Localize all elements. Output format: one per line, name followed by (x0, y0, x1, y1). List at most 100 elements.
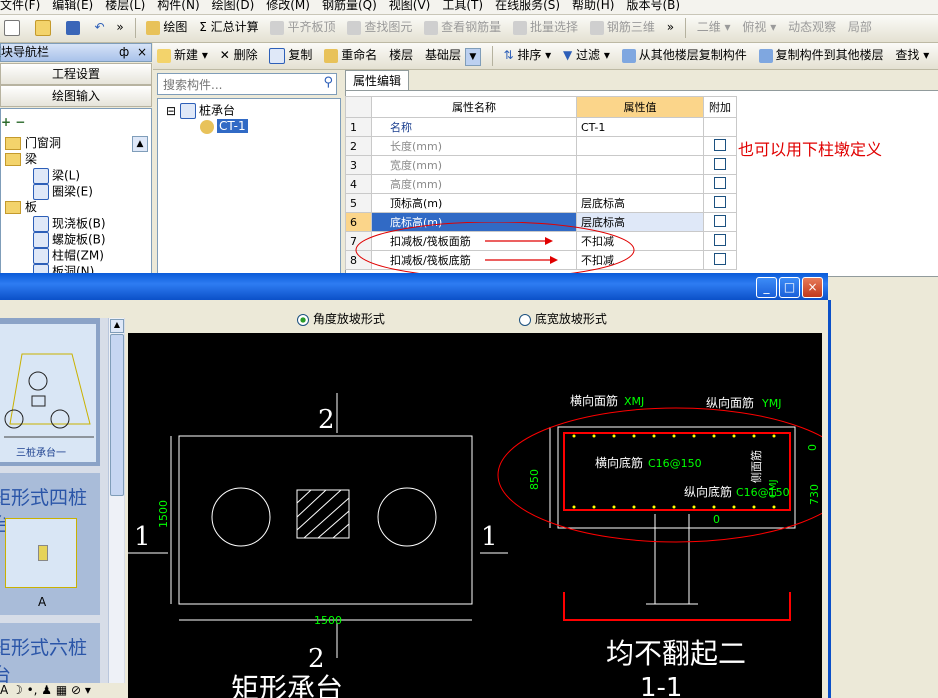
draw-input-button[interactable]: 绘图输入 (0, 85, 152, 107)
toolbar-separator (491, 46, 493, 66)
open-file-icon[interactable] (31, 15, 58, 39)
dynamic-view-button[interactable]: 动态观察 (784, 15, 840, 39)
property-value[interactable]: CT-1 (576, 117, 704, 137)
property-value[interactable] (576, 155, 704, 175)
save-icon[interactable] (62, 15, 87, 39)
menu-online[interactable]: 在线服务(S) (495, 0, 560, 11)
copy-to-floor-button[interactable]: 复制构件到其他楼层 (755, 43, 888, 67)
search-input[interactable] (161, 75, 315, 95)
draw-button[interactable]: 绘图 (142, 15, 191, 39)
attach-checkbox[interactable] (714, 233, 726, 246)
dropdown-arrow-icon[interactable]: ▼ (464, 48, 481, 66)
menu-file[interactable]: 文件(F) (0, 0, 40, 11)
attach-checkbox[interactable] (714, 138, 726, 151)
rename-button[interactable]: 重命名 (320, 43, 381, 67)
top-view-dropdown[interactable]: 俯视 ▾ (738, 15, 780, 39)
tree-item-spiral-slab[interactable]: 螺旋板(B) (33, 232, 106, 248)
find-element-button[interactable]: 查找图元 (343, 15, 416, 39)
new-button[interactable]: 新建 ▾ (153, 43, 212, 67)
property-value[interactable]: 层底标高 (576, 193, 704, 213)
tree-item-beam[interactable]: 梁 (5, 152, 37, 167)
tree-item-slab[interactable]: 板 (5, 200, 37, 215)
sort-button[interactable]: ⇅ 排序 ▾ (499, 43, 555, 67)
attach-checkbox[interactable] (714, 176, 726, 189)
more-chevron-icon[interactable]: » (112, 15, 127, 39)
menu-modify[interactable]: 修改(M) (266, 0, 310, 11)
view-2d-dropdown[interactable]: 二维 ▾ (693, 15, 735, 39)
code-bot-long: C16@150 (736, 486, 790, 499)
thumb-three-pile[interactable]: 三桩承台一 (0, 318, 100, 466)
row-number: 2 (345, 136, 372, 156)
section-annotation-ellipse (497, 407, 822, 543)
copy-from-floor-button[interactable]: 从其他楼层复制构件 (618, 43, 751, 67)
more-chevron-icon[interactable]: » (663, 15, 678, 39)
delete-button[interactable]: ✕ 删除 (216, 43, 262, 67)
tree-item-beam-l[interactable]: 梁(L) (33, 168, 80, 184)
gear-icon (200, 119, 214, 134)
tree-label: 圈梁(E) (52, 184, 93, 199)
table-row[interactable]: 3 宽度(mm) (345, 155, 737, 175)
attach-checkbox[interactable] (714, 214, 726, 227)
scrollbar[interactable]: ▲ (108, 318, 124, 698)
menu-draw[interactable]: 绘图(D) (212, 0, 255, 11)
tree-item-column-cap[interactable]: 柱帽(ZM) (33, 248, 104, 264)
tab-property-edit[interactable]: 属性编辑 (345, 70, 409, 91)
search-icon[interactable]: ⚲ (323, 75, 333, 90)
scroll-thumb[interactable] (110, 334, 124, 496)
close-icon[interactable]: × (137, 44, 147, 61)
tree-item-pile-cap[interactable]: 桩承台 (180, 103, 235, 119)
floor-select[interactable]: 基础层 ▼ (421, 43, 485, 67)
project-settings-button[interactable]: 工程设置 (0, 63, 152, 85)
menu-view[interactable]: 视图(V) (389, 0, 431, 11)
copy-button[interactable]: 复制 (265, 43, 316, 67)
local-view-button[interactable]: 局部 (844, 15, 876, 39)
tree-item-door-window[interactable]: 门窗洞 (5, 136, 61, 151)
filter-button[interactable]: ▼ 过滤 ▾ (559, 43, 614, 67)
menu-version[interactable]: 版本号(B) (626, 0, 680, 11)
property-value[interactable] (576, 174, 704, 194)
menu-tools[interactable]: 工具(T) (442, 0, 483, 11)
dialog-titlebar[interactable]: _ □ × (0, 273, 828, 300)
view-rebar-button[interactable]: 查看钢筋量 (420, 15, 505, 39)
summary-button[interactable]: Σ 汇总计算 (195, 15, 262, 39)
table-row[interactable]: 2 长度(mm) (345, 136, 737, 156)
menu-help[interactable]: 帮助(H) (572, 0, 614, 11)
pin-icon[interactable]: ф (119, 44, 129, 61)
ime-toolbar[interactable]: A ☽ •, ♟ ▦ ⊘ ▾ (0, 683, 125, 698)
property-value[interactable] (576, 136, 704, 156)
menu-floor[interactable]: 楼层(L) (105, 0, 145, 11)
tree-label: 梁 (25, 152, 38, 166)
menu-rebar[interactable]: 钢筋量(Q) (322, 0, 377, 11)
menu-component[interactable]: 构件(N) (157, 0, 199, 11)
tree-item-ct1[interactable]: CT-1 (200, 119, 248, 134)
search-button[interactable]: 查找 ▾ (891, 43, 933, 67)
align-slab-button[interactable]: 平齐板顶 (266, 15, 339, 39)
radio-angle[interactable]: 角度放坡形式 (297, 310, 385, 327)
table-row[interactable]: 1 名称 CT-1 (345, 117, 737, 137)
minimize-button[interactable]: _ (756, 277, 777, 298)
tree-item-cast-slab[interactable]: 现浇板(B) (33, 216, 106, 232)
close-button[interactable]: × (802, 277, 823, 298)
new-file-icon[interactable] (0, 15, 27, 39)
attach-checkbox[interactable] (714, 195, 726, 208)
maximize-button[interactable]: □ (779, 277, 800, 298)
thumb-four-pile[interactable]: 矩形式四桩台 A (0, 473, 100, 615)
rebar-3d-button[interactable]: 钢筋三维 (586, 15, 659, 39)
tree-label: CT-1 (217, 119, 248, 133)
expand-all-icon[interactable]: + − (1, 115, 25, 130)
radio-angle-label: 角度放坡形式 (312, 312, 385, 326)
table-row[interactable]: 4 高度(mm) (345, 174, 737, 194)
attach-checkbox[interactable] (714, 252, 726, 265)
scroll-up-icon[interactable]: ▲ (110, 319, 124, 333)
undo-icon[interactable]: ↶ (90, 15, 108, 39)
menu-edit[interactable]: 编辑(E) (52, 0, 93, 11)
tree-item-ring-beam[interactable]: 圈梁(E) (33, 184, 93, 200)
scroll-up-icon[interactable]: ▲ (132, 136, 148, 152)
table-row[interactable]: 5 顶标高(m) 层底标高 (345, 193, 737, 213)
radio-width[interactable]: 底宽放坡形式 (519, 310, 607, 327)
batch-select-button[interactable]: 批量选择 (509, 15, 582, 39)
pile-circle-left (211, 487, 271, 547)
collapse-icon[interactable]: ⊟ (166, 104, 176, 119)
attach-checkbox[interactable] (714, 157, 726, 170)
attach-cell (703, 155, 737, 175)
